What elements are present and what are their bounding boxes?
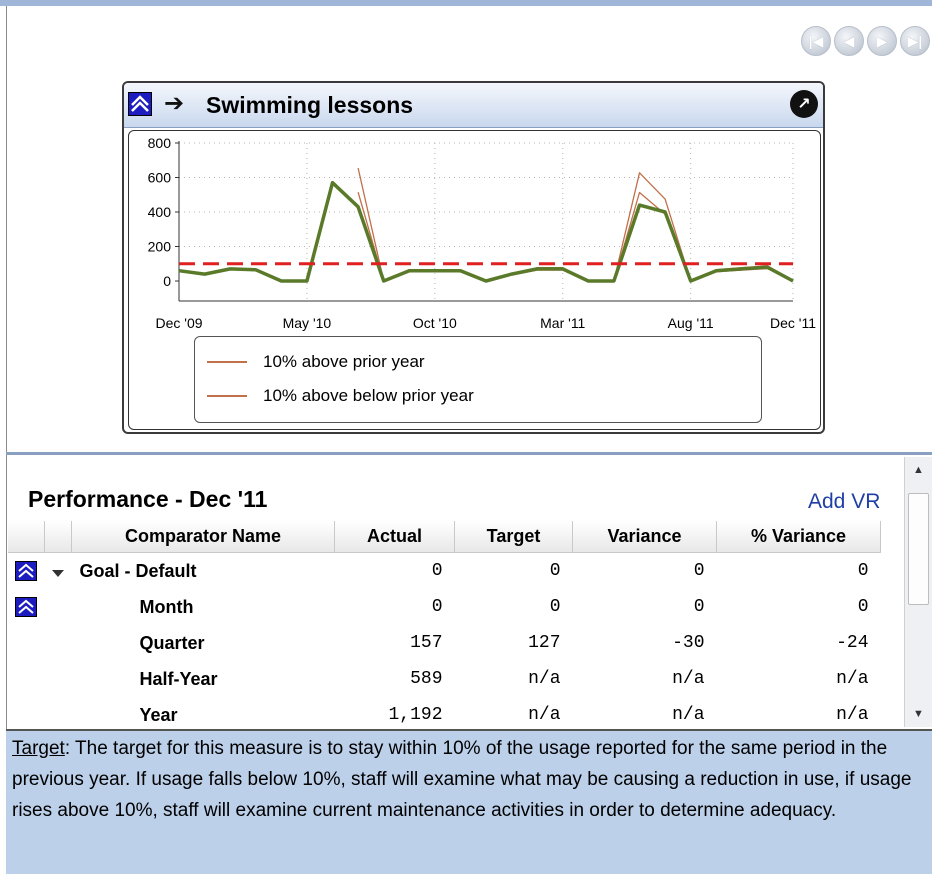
performance-table: Comparator Name Actual Target Variance %… (8, 521, 881, 729)
actual-value: 157 (410, 633, 443, 653)
table-header-row: Comparator Name Actual Target Variance %… (8, 521, 881, 553)
x-tick-label: Mar '11 (540, 315, 585, 331)
row-icon-cell (8, 625, 45, 661)
section-divider (6, 452, 932, 455)
row-expand-cell (45, 697, 72, 729)
comparator-name: Half-Year (139, 668, 218, 689)
open-external-icon[interactable]: ↗ (790, 90, 818, 118)
scroll-thumb[interactable] (908, 493, 929, 605)
row-expand-cell (45, 589, 72, 625)
column-header-name[interactable]: Comparator Name (71, 521, 335, 553)
pct-variance-value: n/a (836, 669, 869, 689)
line-chart: 800 600 400 200 0 Dec '09 May '10 Oct '10 Mar '1… (148, 135, 817, 331)
legend-label: 10% above below prior year (263, 386, 474, 405)
target-note: Target: The target for this measure is t… (6, 729, 932, 874)
actual-value: 0 (431, 561, 443, 581)
comparator-name: Year (139, 704, 178, 725)
target-value: n/a (528, 669, 561, 689)
comparator-name: Goal - Default (79, 560, 197, 581)
x-tick-label: Oct '10 (413, 315, 457, 331)
row-expand-cell (45, 661, 72, 697)
target-value: n/a (528, 705, 561, 725)
panel-title: Swimming lessons (206, 92, 414, 118)
window-top-bar (0, 0, 932, 20)
y-tick-label: 800 (148, 135, 172, 151)
variance-value: n/a (672, 669, 705, 689)
last-page-icon[interactable]: ▶| (900, 26, 930, 56)
series-line (357, 191, 794, 282)
x-tick-label: Dec '09 (155, 315, 202, 331)
first-page-icon[interactable]: |◀ (801, 26, 831, 56)
legend-item: 10% above below prior year (207, 385, 474, 407)
table-row[interactable]: Goal - Default 0 0 0 0 (8, 553, 881, 590)
table-row[interactable]: Quarter 157 127 -30 -24 (8, 625, 881, 661)
row-expand-cell (45, 553, 72, 590)
chart-legend: 10% above prior year 10% above below pri… (194, 336, 762, 423)
variance-value: -30 (672, 633, 705, 653)
pager: |◀ ◀ ▶ ▶| (801, 26, 930, 56)
table-row[interactable]: Half-Year 589 n/a n/a n/a (8, 661, 881, 697)
trend-up-icon[interactable] (15, 597, 38, 617)
legend-swatch (207, 361, 247, 363)
variance-value: 0 (693, 597, 705, 617)
vertical-scrollbar[interactable]: ▲ ▼ (904, 457, 932, 727)
x-tick-label: Aug '11 (668, 315, 714, 331)
chart-panel-header: ➔ Swimming lessons ↗ (124, 83, 823, 128)
add-vr-link[interactable]: Add VR (808, 490, 880, 514)
legend-swatch (207, 395, 247, 397)
actual-value: 589 (410, 669, 443, 689)
chart-panel: ➔ Swimming lessons ↗ 800 600 400 200 0 Dec '0… (122, 81, 825, 434)
arrow-right-icon: ➔ (164, 90, 185, 117)
actual-value: 0 (431, 597, 443, 617)
y-tick-label: 200 (148, 239, 172, 255)
comparator-name: Quarter (139, 632, 205, 653)
collapse-caret-icon[interactable] (52, 569, 64, 577)
row-icon-cell (8, 661, 45, 697)
pct-variance-value: 0 (857, 561, 869, 581)
column-header-actual[interactable]: Actual (334, 521, 455, 553)
pct-variance-value: -24 (836, 633, 869, 653)
target-value: 0 (549, 597, 561, 617)
legend-label: 10% above prior year (263, 352, 425, 371)
previous-page-icon[interactable]: ◀ (834, 26, 864, 56)
chart-frame: 800 600 400 200 0 Dec '09 May '10 Oct '10 Mar '1… (128, 130, 821, 430)
actual-value: 1,192 (388, 705, 443, 725)
trend-up-icon[interactable] (128, 92, 152, 116)
performance-table-area: Comparator Name Actual Target Variance %… (8, 521, 904, 729)
table-row[interactable]: Year 1,192 n/a n/a n/a (8, 697, 881, 729)
y-tick-label: 0 (163, 273, 171, 289)
table-row[interactable]: Month 0 0 0 0 (8, 589, 881, 625)
pct-variance-value: 0 (857, 597, 869, 617)
column-header-target[interactable]: Target (454, 521, 573, 553)
note-label: Target (12, 738, 65, 759)
series-line (178, 180, 794, 283)
column-header-pct-variance[interactable]: % Variance (716, 521, 881, 553)
performance-title: Performance - Dec '11 (28, 486, 268, 512)
pct-variance-value: n/a (836, 705, 869, 725)
column-header-icon (8, 521, 45, 553)
x-tick-label: Dec '11 (770, 315, 816, 331)
column-header-variance[interactable]: Variance (572, 521, 717, 553)
variance-value: n/a (672, 705, 705, 725)
target-value: 127 (528, 633, 561, 653)
trend-up-icon[interactable] (15, 561, 38, 581)
x-tick-label: May '10 (283, 315, 332, 331)
variance-value: 0 (693, 561, 705, 581)
comparator-name: Month (139, 596, 194, 617)
scroll-up-icon[interactable]: ▲ (905, 459, 932, 481)
note-text: : The target for this measure is to stay… (12, 738, 912, 821)
y-tick-label: 400 (148, 204, 172, 220)
scroll-down-icon[interactable]: ▼ (905, 703, 932, 725)
row-icon-cell (8, 553, 45, 590)
column-header-expand (44, 521, 72, 553)
y-tick-label: 600 (148, 170, 172, 186)
next-page-icon[interactable]: ▶ (867, 26, 897, 56)
row-expand-cell (45, 625, 72, 661)
legend-item: 10% above prior year (207, 351, 425, 373)
row-icon-cell (8, 697, 45, 729)
row-icon-cell (8, 589, 45, 625)
target-value: 0 (549, 561, 561, 581)
